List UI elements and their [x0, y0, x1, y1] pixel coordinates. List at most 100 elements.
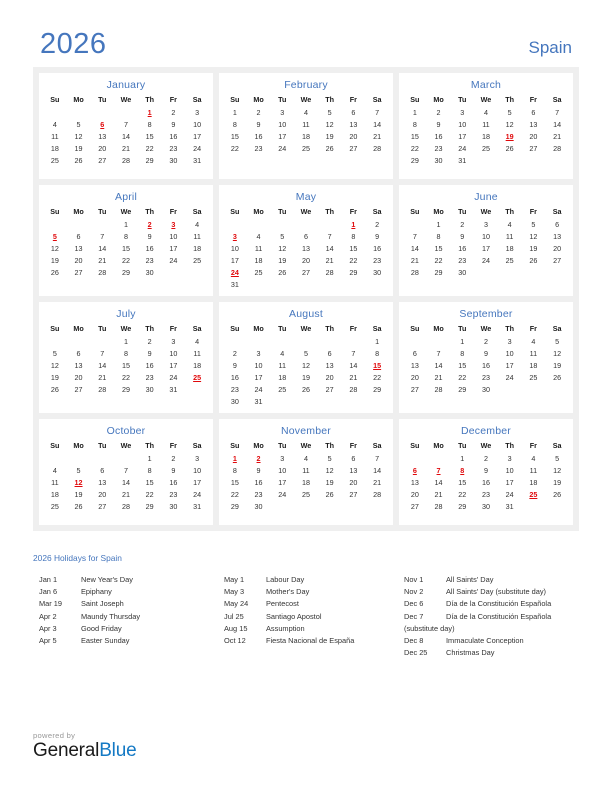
day-cell: 20: [349, 131, 358, 141]
day-cell: 11: [302, 465, 310, 475]
day-cell: 29: [458, 384, 467, 394]
day-cell: 12: [325, 465, 334, 475]
week-row: 1 2 3 4 5 6 7: [223, 452, 389, 464]
day-cell: 8: [232, 465, 237, 475]
day-cell: 29: [349, 267, 358, 277]
day-cell: 17: [169, 243, 178, 253]
weekday-header-row: Su Mo Tu We Th Fr Sa: [43, 440, 209, 452]
day-cell: 11: [482, 119, 490, 129]
day-cell: 6: [100, 465, 105, 475]
day-cell: 10: [481, 231, 490, 241]
month-name: July: [116, 308, 136, 320]
day-cell: 13: [301, 243, 310, 253]
day-cell: 10: [169, 348, 178, 358]
month-table: Su Mo Tu We Th Fr Sa 1 2 3 4 5 6 7 8 9 10 11 12 13 14 15 16 17 1…: [403, 94, 569, 166]
day-cell-empty: [474, 154, 498, 166]
day-cell: 2: [232, 348, 237, 358]
day-cell: 18: [301, 477, 310, 487]
calendar-page: 2026 Spain January Su Mo Tu We Th Fr Sa 1234567…: [0, 0, 612, 792]
day-cell: 21: [434, 372, 443, 382]
week-row: 21 22 23 24 25 26 27: [403, 254, 569, 266]
week-row: 15 16 17 18 19 20 21: [223, 130, 389, 142]
day-cell: 17: [254, 372, 263, 382]
week-row: 12 13 14 15 16 17 18: [43, 242, 209, 254]
day-cell: 1: [147, 453, 152, 463]
weekday-header: Th: [505, 207, 515, 216]
day-cell: 31: [230, 279, 239, 289]
brand-name-second: Blue: [99, 740, 137, 761]
holiday-name: Maundy Thursday: [81, 611, 141, 621]
day-cell-holiday: 25: [529, 489, 538, 499]
day-cell: 6: [303, 231, 308, 241]
day-cell: 16: [169, 131, 178, 141]
day-cell: 8: [123, 348, 128, 358]
day-cell-empty: [403, 335, 427, 347]
week-row: 8 9 10 11 12 13 14: [223, 118, 389, 130]
day-cell: 22: [145, 489, 154, 499]
holiday-name: Santiago Apostol: [266, 611, 322, 621]
weekday-header-row: Su Mo Tu We Th Fr Sa: [223, 94, 389, 106]
day-cell: 26: [74, 155, 83, 165]
day-cell: 29: [230, 501, 239, 511]
holiday-date: Apr 2: [39, 611, 57, 621]
weekday-header: Tu: [458, 95, 467, 104]
day-cell: 14: [98, 360, 107, 370]
weekday-header: Th: [505, 95, 515, 104]
weekday-header: Su: [410, 207, 420, 216]
day-cell: 3: [460, 107, 465, 117]
month-name: August: [289, 308, 323, 320]
weekday-header-row: Su Mo Tu We Th Fr Sa: [223, 206, 389, 218]
day-cell-empty: [365, 395, 389, 407]
day-cell: 22: [349, 255, 358, 265]
day-cell: 2: [436, 107, 441, 117]
day-cell: 16: [169, 477, 178, 487]
weekday-header: Tu: [278, 207, 287, 216]
country-label: Spain: [528, 38, 572, 57]
weekday-header: Mo: [433, 207, 444, 216]
day-cell: 25: [505, 255, 514, 265]
day-cell: 26: [50, 384, 59, 394]
day-cell: 13: [98, 131, 107, 141]
weekday-header: Tu: [458, 324, 467, 333]
holiday-name: Mother's Day: [266, 587, 310, 597]
weekday-header: Fr: [169, 207, 177, 216]
day-cell: 13: [98, 477, 107, 487]
day-cell: 23: [254, 143, 263, 153]
day-cell: 11: [193, 348, 201, 358]
month-table: Su Mo Tu We Th Fr Sa 1 2 3 4 5 6 7 8 9 10 11 12 13 14 15 16 17…: [223, 323, 389, 407]
day-cell: 21: [373, 131, 382, 141]
weekday-header: Mo: [253, 441, 264, 450]
holiday-column: Jan 1 New Year's Day Jan 6 Epiphany Mar 19 Sa…: [33, 574, 218, 659]
day-cell: 16: [230, 372, 239, 382]
day-cell: 23: [481, 489, 490, 499]
week-row: 2 3 4 5 6 7 8: [223, 347, 389, 359]
day-cell: 31: [505, 501, 514, 511]
weekday-header: We: [480, 95, 492, 104]
holiday-list-item: Dec 25 Christmas Day: [404, 647, 579, 659]
week-row: 22 23 24 25 26 27 28: [223, 488, 389, 500]
month-card: January Su Mo Tu We Th Fr Sa 1 2 3 4 5 6 7 8 9 10 11 12 13 1…: [39, 73, 213, 179]
day-cell: 19: [325, 477, 334, 487]
day-cell-empty: [67, 218, 91, 230]
weekday-header: Mo: [73, 324, 84, 333]
day-cell: 9: [171, 465, 176, 475]
week-row: 8 9 10 11 12 13 14: [223, 464, 389, 476]
month-name: June: [474, 191, 498, 203]
holiday-date: Mar 19: [39, 599, 63, 609]
day-cell: 28: [98, 267, 107, 277]
week-row: 17 18 19 20 21 22 23: [223, 254, 389, 266]
weekday-header: Th: [325, 95, 335, 104]
week-row: 11 12 13 14 15 16 17: [43, 476, 209, 488]
day-cell: 16: [481, 360, 490, 370]
day-cell: 6: [531, 107, 536, 117]
holiday-name: Assumption: [266, 623, 305, 633]
holiday-name: Día de la Constitución Española: [446, 599, 552, 609]
day-cell: 5: [555, 336, 560, 346]
weekday-header: Sa: [552, 441, 562, 450]
day-cell: 7: [412, 231, 417, 241]
day-cell-empty: [403, 452, 427, 464]
day-cell: 12: [301, 360, 310, 370]
day-cell: 27: [98, 155, 107, 165]
weekday-header: Mo: [73, 95, 84, 104]
day-cell: 22: [121, 372, 130, 382]
